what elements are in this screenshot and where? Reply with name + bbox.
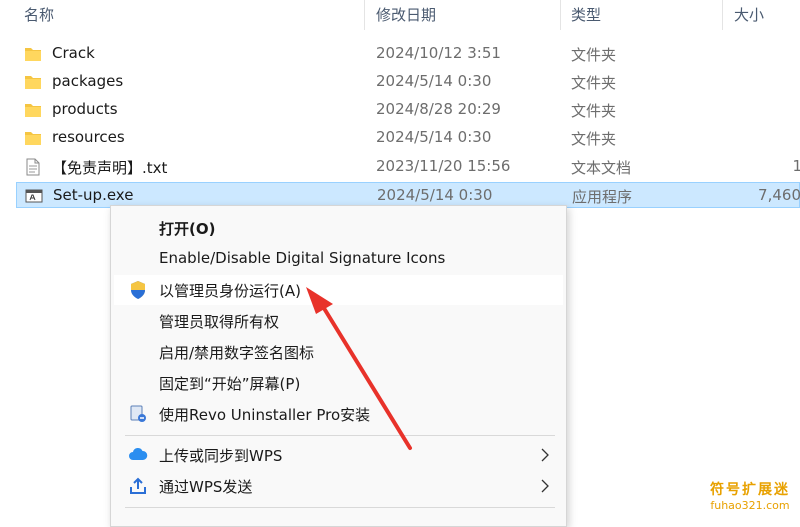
folder-icon <box>25 104 41 117</box>
file-date: 2024/8/28 20:29 <box>376 100 501 118</box>
menu-item-label: 使用Revo Uninstaller Pro安装 <box>159 406 371 424</box>
watermark: 符号扩展迷 fuhao321.com <box>710 479 790 512</box>
column-date-header[interactable]: 修改日期 <box>376 4 436 25</box>
menu-item-revo-install[interactable]: 使用Revo Uninstaller Pro安装 <box>114 399 563 429</box>
watermark-title: 符号扩展迷 <box>710 482 790 498</box>
file-type: 文件夹 <box>571 130 617 148</box>
menu-item-label: 上传或同步到WPS <box>159 447 283 465</box>
file-type: 文件夹 <box>571 46 617 64</box>
menu-item-toggle-signature-icons-cn[interactable]: 启用/禁用数字签名图标 <box>114 337 563 367</box>
file-date: 2024/10/12 3:51 <box>376 44 501 62</box>
folder-icon <box>25 76 41 89</box>
menu-item-label: 打开(O) <box>159 220 216 238</box>
uac-shield-icon <box>131 281 145 299</box>
column-divider[interactable] <box>560 0 561 30</box>
file-size: 7,460 <box>758 186 800 204</box>
column-divider[interactable] <box>364 0 365 30</box>
menu-separator <box>125 435 555 436</box>
menu-item-send-via-wps[interactable]: 通过WPS发送 <box>114 471 563 501</box>
folder-icon <box>25 132 41 145</box>
file-name: Crack <box>52 44 95 62</box>
exe-file-icon <box>25 189 43 203</box>
menu-item-toggle-signature-icons[interactable]: Enable/Disable Digital Signature Icons <box>114 244 563 274</box>
menu-item-label: 以管理员身份运行(A) <box>159 282 301 300</box>
text-file-icon <box>26 158 40 176</box>
menu-separator <box>125 507 555 508</box>
file-date: 2024/5/14 0:30 <box>376 128 492 146</box>
file-name: products <box>52 100 118 118</box>
file-date: 2023/11/20 15:56 <box>376 157 511 175</box>
wps-share-icon <box>130 477 146 494</box>
file-type: 文件夹 <box>571 74 617 92</box>
folder-icon <box>25 48 41 61</box>
wps-cloud-icon <box>129 447 148 460</box>
menu-item-upload-wps[interactable]: 上传或同步到WPS <box>114 440 563 470</box>
menu-item-label: 管理员取得所有权 <box>159 313 280 331</box>
file-type: 文本文档 <box>571 159 632 177</box>
file-type: 应用程序 <box>572 188 633 206</box>
menu-item-label: 固定到“开始”屏幕(P) <box>159 375 301 393</box>
file-size: 1 <box>792 157 800 175</box>
revo-uninstaller-icon <box>130 405 146 422</box>
menu-item-run-as-admin[interactable]: 以管理员身份运行(A) <box>114 275 563 305</box>
file-row-crack[interactable]: Crack 2024/10/12 3:51 文件夹 <box>16 41 800 67</box>
file-name: 【免责声明】.txt <box>52 159 168 177</box>
context-menu: 打开(O) Enable/Disable Digital Signature I… <box>110 205 567 527</box>
file-name: resources <box>52 128 125 146</box>
column-type-header[interactable]: 类型 <box>571 4 601 25</box>
menu-item-open[interactable]: 打开(O) <box>114 213 563 243</box>
watermark-url: fuhao321.com <box>710 499 790 512</box>
column-size-header[interactable]: 大小 <box>734 4 764 25</box>
column-header: 名称 修改日期 类型 大小 <box>0 0 800 30</box>
file-row-disclaimer-txt[interactable]: 【免责声明】.txt 2023/11/20 15:56 文本文档 1 <box>16 154 800 180</box>
menu-item-label: 启用/禁用数字签名图标 <box>159 344 315 362</box>
menu-item-label: 通过WPS发送 <box>159 478 253 496</box>
menu-item-pin-to-start[interactable]: 固定到“开始”屏幕(P) <box>114 368 563 398</box>
file-row-resources[interactable]: resources 2024/5/14 0:30 文件夹 <box>16 125 800 151</box>
menu-item-label: Enable/Disable Digital Signature Icons <box>159 249 446 267</box>
file-date: 2024/5/14 0:30 <box>377 186 493 204</box>
file-name: packages <box>52 72 124 90</box>
file-name: Set-up.exe <box>53 186 134 204</box>
menu-item-take-ownership[interactable]: 管理员取得所有权 <box>114 306 563 336</box>
file-row-packages[interactable]: packages 2024/5/14 0:30 文件夹 <box>16 69 800 95</box>
chevron-right-icon <box>541 479 549 493</box>
file-row-products[interactable]: products 2024/8/28 20:29 文件夹 <box>16 97 800 123</box>
column-divider[interactable] <box>722 0 723 30</box>
file-type: 文件夹 <box>571 102 617 120</box>
column-name-header[interactable]: 名称 <box>24 4 54 25</box>
file-date: 2024/5/14 0:30 <box>376 72 492 90</box>
chevron-right-icon <box>541 448 549 462</box>
